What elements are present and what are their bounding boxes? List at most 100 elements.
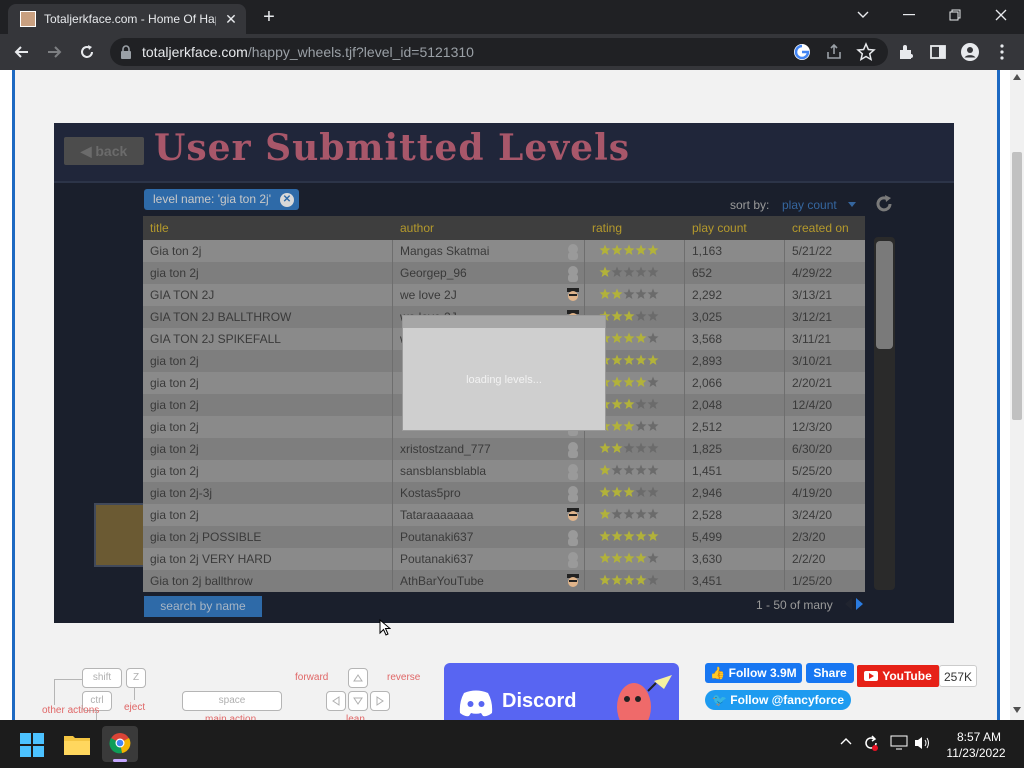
level-title: gia ton 2j bbox=[150, 508, 199, 522]
column-play-count[interactable]: play count bbox=[692, 221, 747, 235]
level-created-on: 3/11/21 bbox=[792, 332, 832, 346]
back-arrow-icon: ◀ bbox=[80, 143, 96, 159]
taskbar-clock-date[interactable]: 11/23/2022 bbox=[938, 746, 1014, 760]
pagination-text: 1 - 50 of many bbox=[756, 598, 833, 612]
star-empty-icon bbox=[623, 442, 635, 454]
discord-banner[interactable]: Discord bbox=[444, 663, 679, 720]
close-window-icon[interactable] bbox=[978, 0, 1024, 30]
star-empty-icon bbox=[647, 574, 659, 586]
url-text: totaljerkface.com/happy_wheels.tjf?level… bbox=[142, 44, 474, 60]
column-author[interactable]: author bbox=[400, 221, 434, 235]
table-row[interactable]: gia ton 2j VERY HARD Poutanaki637 3,630 2/2… bbox=[143, 548, 865, 570]
table-row[interactable]: gia ton 2j Tataraaaaaaa 2,528 3/24/20 bbox=[143, 504, 865, 526]
level-title: gia ton 2j POSSIBLE bbox=[150, 530, 262, 544]
back-arrow-icon[interactable] bbox=[12, 42, 32, 62]
level-created-on: 2/20/21 bbox=[792, 376, 833, 390]
table-row[interactable]: Gia ton 2j Mangas Skatmai 1,163 5/21/22 bbox=[143, 240, 865, 262]
facebook-follow-button[interactable]: 👍 Follow 3.9M bbox=[705, 663, 802, 683]
star-filled-icon bbox=[599, 552, 611, 564]
facebook-share-button[interactable]: Share bbox=[806, 663, 854, 683]
tab-search-icon[interactable] bbox=[840, 0, 886, 30]
star-filled-icon bbox=[599, 508, 611, 520]
level-rating bbox=[599, 332, 659, 346]
browser-tab[interactable]: Totaljerkface.com - Home Of Hap ✕ bbox=[8, 4, 246, 34]
youtube-play-icon bbox=[864, 671, 879, 681]
next-page-icon[interactable] bbox=[856, 598, 863, 610]
table-row[interactable]: gia ton 2j xristostzand_777 1,825 6/30/20 bbox=[143, 438, 865, 460]
twitter-follow-button[interactable]: 🐦 Follow @fancyforce bbox=[705, 690, 851, 710]
level-title: gia ton 2j bbox=[150, 376, 199, 390]
level-title: GIA TON 2J BALLTHROW bbox=[150, 310, 292, 324]
level-play-count: 2,512 bbox=[692, 420, 723, 434]
clear-filter-icon[interactable]: ✕ bbox=[280, 193, 294, 207]
display-icon[interactable] bbox=[890, 735, 908, 751]
new-tab-icon[interactable]: + bbox=[258, 6, 280, 28]
star-filled-icon bbox=[611, 398, 623, 410]
youtube-subscribe-button[interactable]: YouTube bbox=[857, 665, 939, 687]
star-empty-icon bbox=[623, 288, 635, 300]
level-rating bbox=[599, 552, 659, 566]
extensions-icon[interactable] bbox=[896, 42, 916, 62]
file-explorer-icon[interactable] bbox=[64, 733, 90, 755]
google-lens-icon[interactable] bbox=[792, 42, 812, 62]
eject-label: eject bbox=[124, 702, 146, 713]
table-row[interactable]: gia ton 2j sansblansblabla 1,451 5/25/20 bbox=[143, 460, 865, 482]
level-rating bbox=[599, 442, 659, 456]
sync-icon[interactable] bbox=[862, 734, 880, 752]
level-play-count: 3,451 bbox=[692, 574, 723, 588]
sort-dropdown[interactable]: play count bbox=[782, 198, 837, 212]
star-empty-icon bbox=[647, 376, 659, 388]
level-play-count: 652 bbox=[692, 266, 713, 280]
minimize-icon[interactable] bbox=[886, 0, 932, 30]
level-title: Gia ton 2j bbox=[150, 244, 202, 258]
table-row[interactable]: GIA TON 2J we love 2J 2,292 3/13/21 bbox=[143, 284, 865, 306]
forward-arrow-icon[interactable] bbox=[44, 42, 64, 62]
chrome-menu-icon[interactable] bbox=[992, 42, 1012, 62]
down-arrow-key bbox=[348, 691, 368, 711]
taskbar-clock-time[interactable]: 8:57 AM bbox=[944, 730, 1014, 744]
column-title[interactable]: title bbox=[150, 221, 169, 235]
level-rating bbox=[599, 530, 659, 544]
search-by-name-button[interactable]: search by name bbox=[144, 596, 262, 617]
level-created-on: 3/13/21 bbox=[792, 288, 833, 302]
table-row[interactable]: Gia ton 2j ballthrow AthBarYouTube 3,451 1/… bbox=[143, 570, 865, 592]
level-author: Poutanaki637 bbox=[400, 530, 474, 544]
star-empty-icon bbox=[623, 464, 635, 476]
author-avatar-icon bbox=[564, 484, 582, 502]
level-author: AthBarYouTube bbox=[400, 574, 484, 588]
star-filled-icon bbox=[635, 376, 647, 388]
table-row[interactable]: gia ton 2j Georgep_96 652 4/29/22 bbox=[143, 262, 865, 284]
lock-icon[interactable] bbox=[120, 45, 132, 59]
back-button[interactable]: ◀ back bbox=[64, 137, 144, 165]
side-panel-icon[interactable] bbox=[928, 42, 948, 62]
level-author: Kostas5pro bbox=[400, 486, 461, 500]
table-row[interactable]: gia ton 2j POSSIBLE Poutanaki637 5,499 2/3/… bbox=[143, 526, 865, 548]
profile-icon[interactable] bbox=[960, 42, 980, 62]
volume-icon[interactable] bbox=[914, 735, 932, 751]
list-scrollbar-thumb[interactable] bbox=[876, 241, 893, 349]
previous-page-icon[interactable] bbox=[845, 598, 852, 610]
reload-icon[interactable] bbox=[77, 42, 97, 62]
star-empty-icon bbox=[647, 464, 659, 476]
bookmark-star-icon[interactable] bbox=[856, 42, 876, 62]
show-hidden-icons-icon[interactable] bbox=[840, 737, 852, 745]
level-rating bbox=[599, 310, 659, 324]
banner-divider bbox=[54, 181, 954, 183]
chrome-taskbar-button[interactable] bbox=[102, 726, 138, 762]
restore-icon[interactable] bbox=[932, 0, 978, 30]
column-rating[interactable]: rating bbox=[592, 221, 622, 235]
tab-close-icon[interactable]: ✕ bbox=[222, 10, 240, 28]
sort-dropdown-arrow-icon[interactable] bbox=[848, 202, 856, 207]
url-path: /happy_wheels.tjf?level_id=5121310 bbox=[247, 44, 474, 60]
url-host: totaljerkface.com bbox=[142, 44, 248, 60]
share-icon[interactable] bbox=[824, 42, 844, 62]
author-avatar-icon bbox=[564, 286, 582, 304]
column-created-on[interactable]: created on bbox=[792, 221, 849, 235]
game-canvas[interactable]: ◀ back User Submitted Levels level name:… bbox=[54, 123, 954, 623]
refresh-icon[interactable] bbox=[873, 193, 895, 215]
star-empty-icon bbox=[635, 508, 647, 520]
windows-start-icon[interactable] bbox=[20, 733, 44, 757]
page-scrollbar-thumb[interactable] bbox=[1012, 152, 1022, 420]
table-row[interactable]: gia ton 2j-3j Kostas5pro 2,946 4/19/20 bbox=[143, 482, 865, 504]
filter-tag[interactable]: level name: 'gia ton 2j' bbox=[144, 189, 299, 210]
